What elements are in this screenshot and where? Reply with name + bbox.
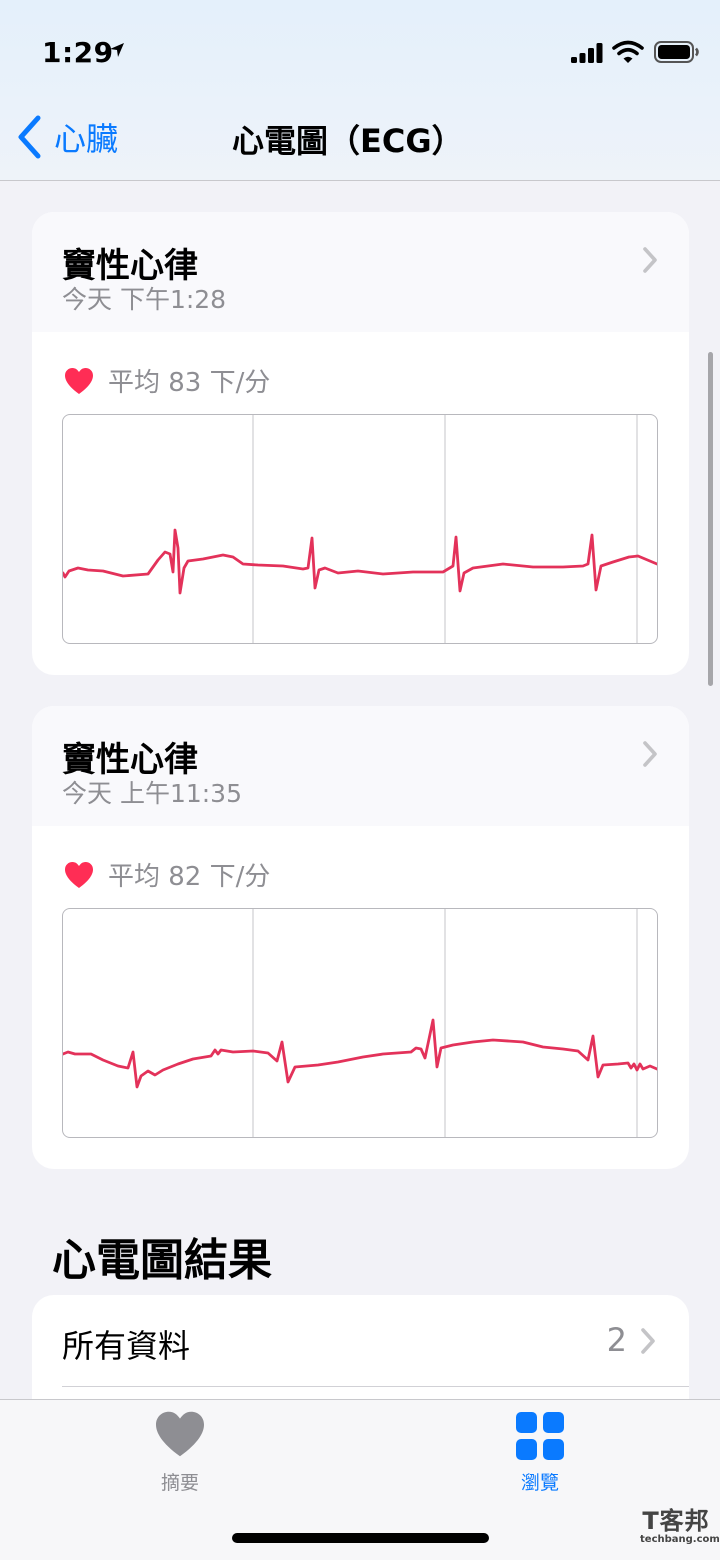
chevron-right-icon [641,1328,655,1354]
page-title: 心電圖（ECG） [232,122,464,160]
heart-icon [65,367,93,394]
scroll-indicator[interactable] [708,352,713,686]
ecg-recording-header[interactable]: 竇性心律 今天 下午1:28 [32,212,689,332]
watermark: T客邦 techbang.com [640,1507,720,1546]
tab-browse-label: 瀏覽 [520,1472,559,1494]
back-button-label: 心臟 [54,120,119,158]
chevron-right-icon [643,741,657,767]
ecg-results-heading: 心電圖結果 [52,1235,272,1286]
ecg-recording-card: 竇性心律 今天 下午1:28 平均 83 下/分 [32,212,689,675]
ecg-waveform [63,415,657,643]
cellular-signal-icon [571,43,603,63]
ecg-trace [63,1018,657,1089]
battery-icon [654,41,699,63]
all-data-count: 2 [606,1321,627,1359]
watermark-brand: T客邦 [642,1507,710,1535]
location-arrow-icon [110,43,124,57]
heart-icon [65,861,93,888]
ecg-waveform [63,909,657,1137]
chevron-right-icon [643,247,657,273]
heart-icon [156,1411,204,1457]
home-indicator[interactable] [232,1533,489,1543]
ecg-trace [63,528,657,595]
average-heart-rate-text: 平均 82 下/分 [108,862,271,892]
watermark-domain: techbang.com [640,1534,720,1545]
average-heart-rate: 平均 83 下/分 [64,362,270,399]
ecg-waveform-preview [62,414,658,644]
tab-browse[interactable]: 瀏覽 [470,1410,610,1496]
ecg-recording-header[interactable]: 竇性心律 今天 上午11:35 [32,706,689,826]
recording-datetime: 今天 上午11:35 [62,779,242,808]
ecg-recording-card: 竇性心律 今天 上午11:35 平均 82 下/分 [32,706,689,1169]
ecg-waveform-preview [62,908,658,1138]
average-heart-rate-text: 平均 83 下/分 [108,368,271,398]
average-heart-rate: 平均 82 下/分 [64,856,270,893]
tab-summary[interactable]: 摘要 [110,1410,250,1496]
navigation-header: 1:29 心臟 心電圖（ECG） [0,0,720,181]
chevron-left-icon [18,115,41,159]
recording-datetime: 今天 下午1:28 [62,285,227,314]
grid-icon [516,1412,564,1460]
wifi-icon [612,40,644,63]
all-data-label: 所有資料 [62,1327,191,1365]
all-data-row[interactable]: 所有資料 2 [32,1295,689,1387]
status-time: 1:29 [42,36,114,69]
tab-summary-label: 摘要 [160,1472,199,1494]
back-button[interactable]: 心臟 [16,114,118,160]
list-separator [62,1386,689,1387]
